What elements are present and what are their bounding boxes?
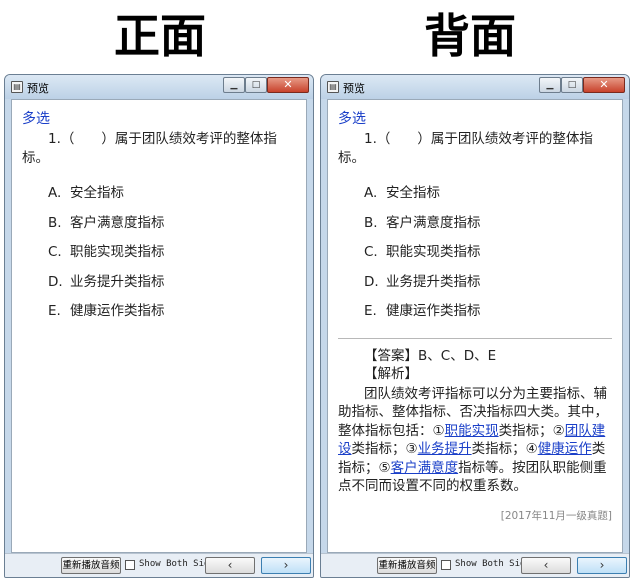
- answer-divider: [338, 337, 612, 339]
- option-c[interactable]: C. 职能实现类指标: [338, 243, 612, 273]
- question-text: 1.（ ）属于团队绩效考评的整体指标。: [22, 131, 277, 166]
- option-letter: D.: [364, 273, 379, 290]
- analysis-title: 【解析】: [364, 365, 418, 382]
- show-both-sides-checkbox[interactable]: [125, 560, 135, 570]
- option-b[interactable]: B. 客户满意度指标: [22, 214, 296, 244]
- bottom-toolbar: 重新播放音频 Show Both Sides ‹ ›: [5, 553, 313, 577]
- option-letter: E.: [48, 303, 61, 319]
- question-text: 1.（ ）属于团队绩效考评的整体指标。: [338, 131, 593, 166]
- question-source: [2017年11月一级真题]: [500, 509, 612, 522]
- option-text: 职能实现类指标: [70, 244, 165, 260]
- analysis-segment: 类指标；②: [498, 422, 565, 439]
- option-text: 健康运作类指标: [386, 303, 481, 319]
- link-business-improvement[interactable]: 业务提升: [418, 441, 472, 457]
- option-a[interactable]: A. 安全指标: [338, 184, 612, 214]
- card-content: 多选 1.（ ）属于团队绩效考评的整体指标。 A. 安全指标 B. 客户满意度指标 …: [11, 99, 307, 553]
- option-e[interactable]: E. 健康运作类指标: [338, 302, 612, 332]
- preview-window-back: ▤ 预览 ▁ □ ✕ 多选 1.（ ）属于团队绩效考评的整体指标。 A. 安全指标…: [320, 74, 630, 578]
- options-list: A. 安全指标 B. 客户满意度指标 C. 职能实现类指标 D. 业务提升类指标 E. 健…: [338, 184, 612, 332]
- replay-audio-button[interactable]: 重新播放音频: [377, 557, 437, 574]
- bottom-toolbar: 重新播放音频 Show Both Sides ‹ ›: [321, 553, 629, 577]
- option-letter: A.: [48, 185, 62, 201]
- question-type: 多选: [338, 111, 366, 127]
- option-letter: C.: [364, 244, 378, 260]
- analysis-segment: 类指标；④: [471, 441, 538, 457]
- minimize-button[interactable]: ▁: [539, 77, 561, 93]
- option-text: 业务提升类指标: [386, 273, 481, 290]
- card-content: 多选 1.（ ）属于团队绩效考评的整体指标。 A. 安全指标 B. 客户满意度指标 …: [327, 99, 623, 553]
- title-bar[interactable]: ▤ 预览 ▁ □ ✕: [321, 75, 629, 99]
- previous-button[interactable]: ‹: [521, 557, 571, 574]
- show-both-sides-checkbox[interactable]: [441, 560, 451, 570]
- option-e[interactable]: E. 健康运作类指标: [22, 302, 296, 332]
- maximize-button[interactable]: □: [561, 77, 583, 93]
- option-a[interactable]: A. 安全指标: [22, 184, 296, 214]
- window-title: 预览: [343, 82, 365, 95]
- link-functional-realization[interactable]: 职能实现: [445, 423, 499, 439]
- replay-audio-button[interactable]: 重新播放音频: [61, 557, 121, 574]
- app-icon: ▤: [327, 81, 339, 93]
- front-label: 正面: [114, 9, 206, 63]
- next-button[interactable]: ›: [577, 557, 627, 574]
- option-text: 健康运作类指标: [70, 303, 165, 319]
- app-icon: ▤: [11, 81, 23, 93]
- option-letter: D.: [48, 273, 63, 290]
- option-letter: C.: [48, 244, 62, 260]
- link-healthy-operation[interactable]: 健康运作: [538, 441, 592, 457]
- question-type: 多选: [22, 111, 50, 127]
- option-text: 业务提升类指标: [70, 273, 165, 290]
- close-button[interactable]: ✕: [267, 77, 309, 93]
- close-button[interactable]: ✕: [583, 77, 625, 93]
- minimize-button[interactable]: ▁: [223, 77, 245, 93]
- option-letter: B.: [364, 214, 378, 231]
- option-d[interactable]: D. 业务提升类指标: [22, 273, 296, 303]
- option-c[interactable]: C. 职能实现类指标: [22, 243, 296, 273]
- option-text: 安全指标: [386, 185, 440, 201]
- previous-button[interactable]: ‹: [205, 557, 255, 574]
- option-letter: A.: [364, 185, 378, 201]
- option-text: 安全指标: [70, 185, 124, 201]
- option-text: 职能实现类指标: [386, 244, 481, 260]
- analysis-segment: 类指标；③: [351, 441, 418, 457]
- option-text: 客户满意度指标: [386, 214, 481, 231]
- window-title: 预览: [27, 82, 49, 95]
- analysis-text: 团队绩效考评指标可以分为主要指标、辅助指标、整体指标、否决指标四大类。其中，整体…: [338, 385, 612, 496]
- link-customer-satisfaction[interactable]: 客户满意度: [391, 460, 459, 476]
- maximize-button[interactable]: □: [245, 77, 267, 93]
- option-letter: B.: [48, 214, 62, 231]
- back-label: 背面: [424, 9, 516, 63]
- preview-window-front: ▤ 预览 ▁ □ ✕ 多选 1.（ ）属于团队绩效考评的整体指标。 A. 安全指标…: [4, 74, 314, 578]
- option-text: 客户满意度指标: [70, 214, 165, 231]
- option-d[interactable]: D. 业务提升类指标: [338, 273, 612, 303]
- option-letter: E.: [364, 303, 377, 319]
- options-list: A. 安全指标 B. 客户满意度指标 C. 职能实现类指标 D. 业务提升类指标 E. 健…: [22, 184, 296, 332]
- next-button[interactable]: ›: [261, 557, 311, 574]
- answer-line: 【答案】B、C、D、E: [364, 347, 497, 364]
- option-b[interactable]: B. 客户满意度指标: [338, 214, 612, 244]
- title-bar[interactable]: ▤ 预览 ▁ □ ✕: [5, 75, 313, 99]
